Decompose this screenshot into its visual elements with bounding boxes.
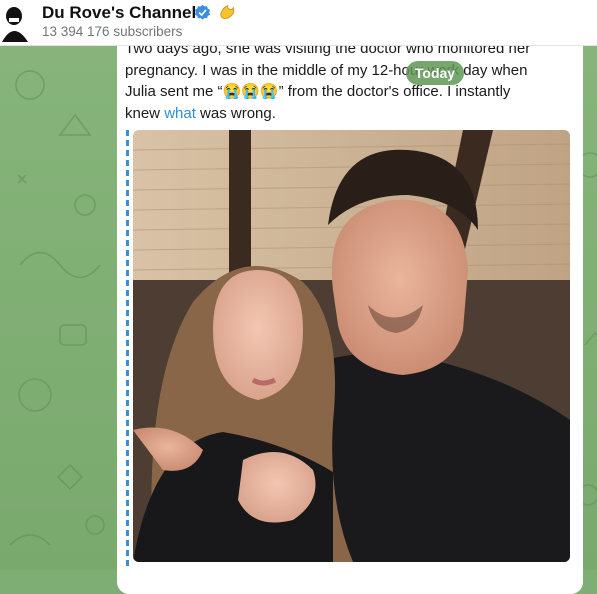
channel-name[interactable]: Du Rove's Channel bbox=[42, 3, 196, 23]
date-pill: Today bbox=[406, 61, 464, 85]
message-line: Julia sent me “😭😭😭” from the doctor's of… bbox=[125, 81, 565, 103]
message-line: pregnancy. I was in the middle of my 12-… bbox=[125, 61, 528, 79]
channel-header[interactable]: Du Rove's Channel 13 394 176 subscribers bbox=[0, 0, 597, 46]
message-line: knew what was wrong. bbox=[125, 103, 565, 125]
crying-emojis: 😭😭😭 bbox=[222, 83, 279, 100]
message-link[interactable]: what bbox=[164, 105, 196, 122]
verified-badge-icon bbox=[194, 4, 211, 20]
message-text-span: ” from the doctor's office. I instantly bbox=[278, 83, 511, 100]
message-text-span: Julia sent me “ bbox=[125, 83, 223, 100]
message-photo[interactable] bbox=[133, 130, 570, 562]
premium-gift-icon bbox=[220, 5, 235, 19]
message-text-span: knew bbox=[125, 104, 165, 122]
quote-bar bbox=[126, 130, 129, 570]
subscriber-count: 13 394 176 subscribers bbox=[42, 24, 183, 39]
message-text-span: was wrong. bbox=[195, 104, 276, 122]
channel-avatar[interactable] bbox=[0, 2, 30, 42]
message-text: Two days ago, she was visiting the docto… bbox=[125, 38, 565, 124]
